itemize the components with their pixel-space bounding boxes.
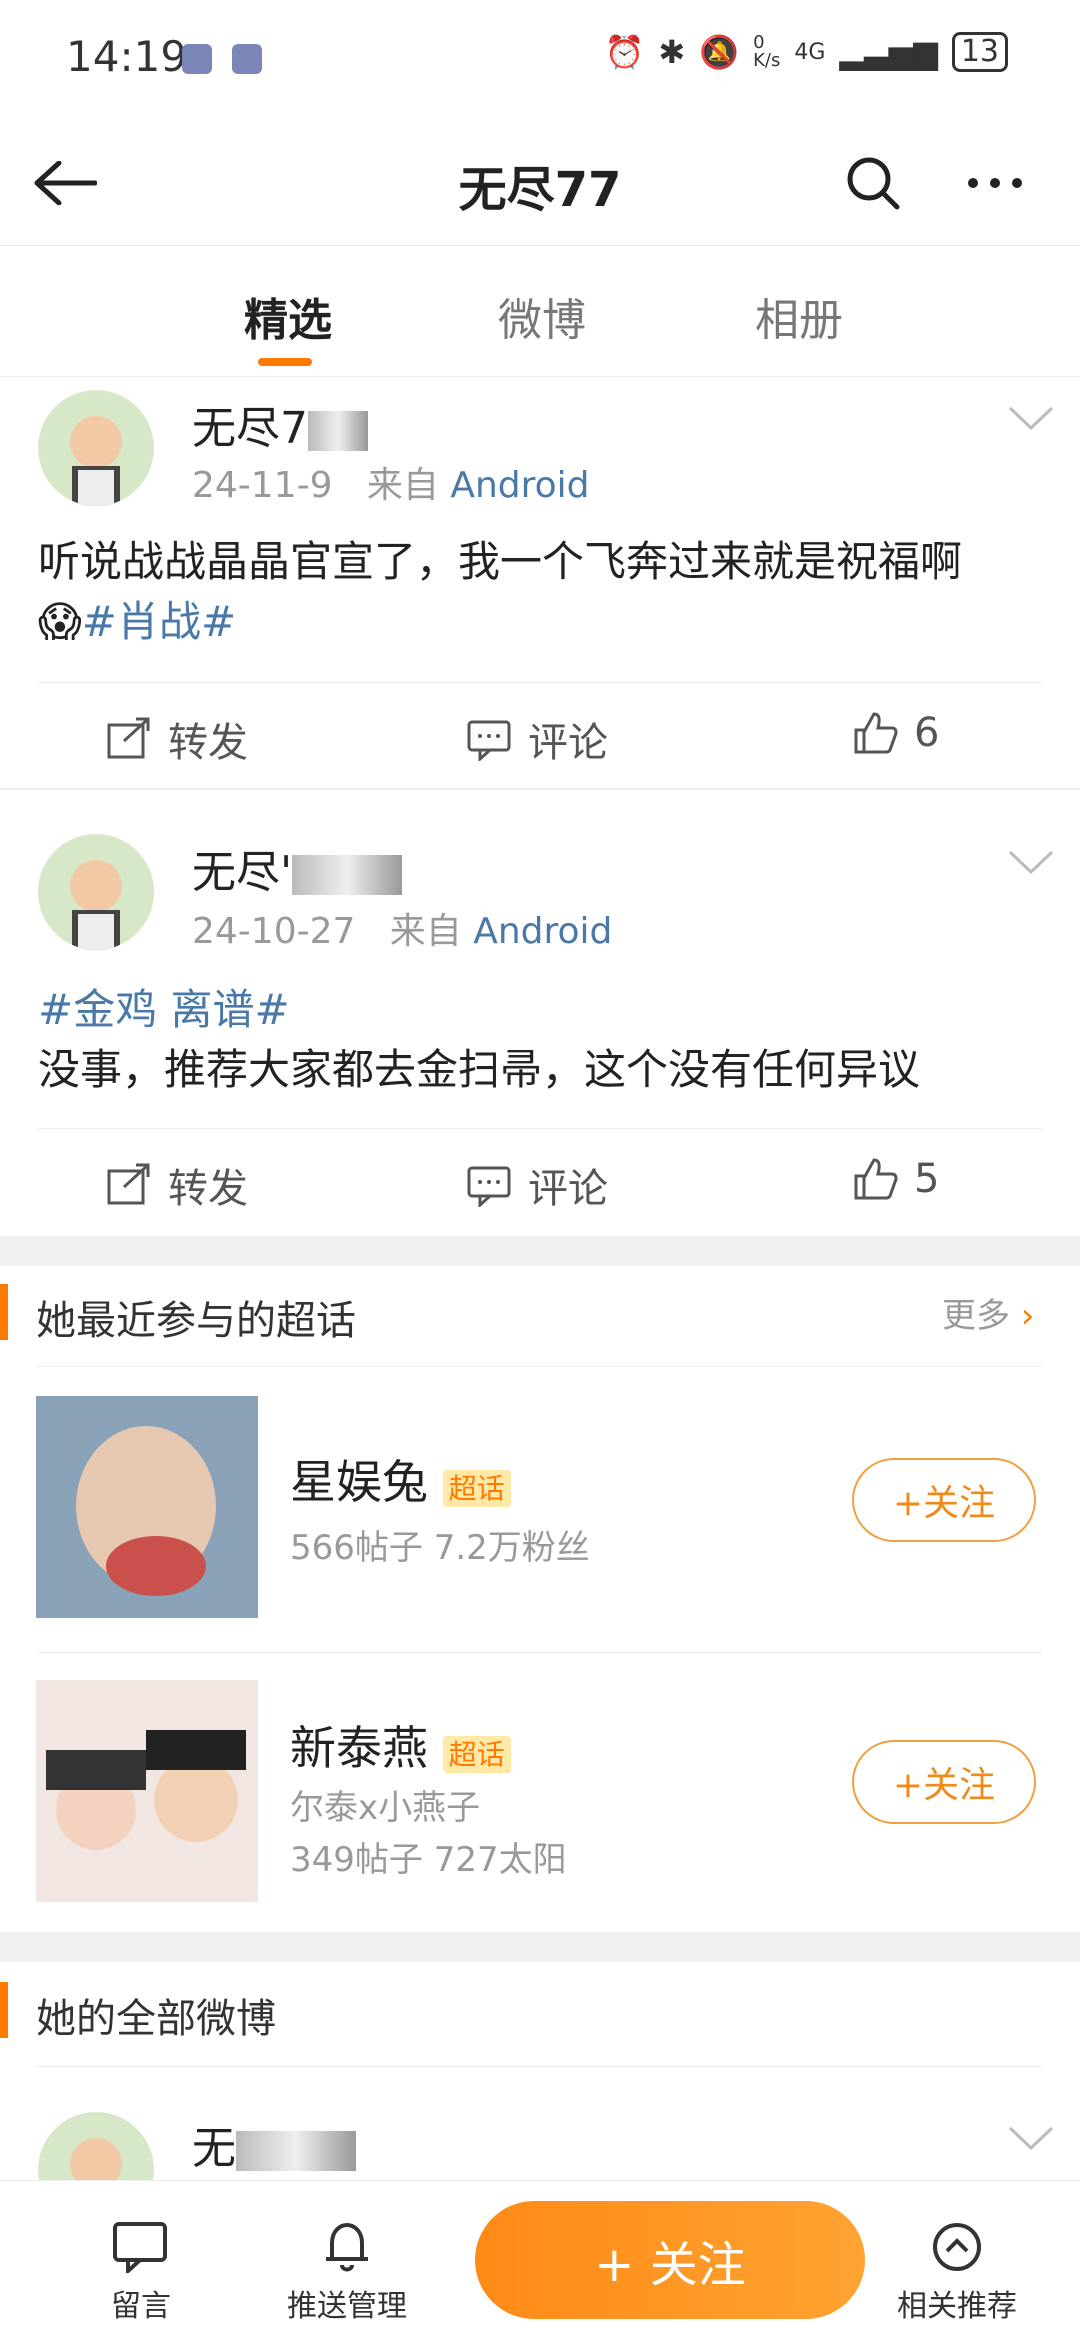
like-button[interactable]: 6 [852,710,939,756]
supertopic-name: 新泰燕 超话 [290,1712,511,1778]
tab-album[interactable]: 相册 [755,284,843,348]
related-recommend-button[interactable]: 相关推荐 [872,2221,1042,2325]
like-button[interactable]: 5 [852,1156,939,1202]
battery-level: 13 [951,32,1008,72]
post-author[interactable]: 无 [192,2112,356,2176]
post-card[interactable]: 无尽7 24-11-9 来自 Android 听说战战晶晶官宣了，我一个飞奔过来… [0,376,1080,788]
alarm-icon: ⏰ [604,33,645,71]
tab-weibo[interactable]: 微博 [498,284,586,348]
supertopic-item[interactable]: 星娱兔 超话 566帖子 7.2万粉丝 +关注 [0,1396,1080,1646]
notification-icon [182,44,212,74]
supertopic-thumbnail [36,1396,258,1618]
up-circle-icon [872,2221,1042,2281]
post-source[interactable]: Android [450,465,589,506]
supertopic-badge: 超话 [442,1736,511,1773]
repost-button[interactable]: 转发 [106,1156,248,1214]
signal-icon: ▂▃▅▆ [839,33,938,71]
supertopics-section: 她最近参与的超话 更多 › 星娱兔 超话 566帖子 7.2万粉丝 +关注 新泰… [0,1266,1080,1932]
notification-icon [232,44,262,74]
bell-icon [262,2221,432,2281]
supertopic-badge: 超话 [442,1470,511,1507]
avatar[interactable] [38,390,154,506]
like-count: 6 [914,710,940,756]
network-speed: 0 K/s [753,32,781,71]
active-tab-indicator [258,358,312,366]
mute-icon: 🔕 [699,33,740,71]
supertopic-stats: 566帖子 7.2万粉丝 [290,1528,590,1568]
chat-bubble-icon [56,2221,226,2281]
comment-button[interactable]: 评论 [466,710,608,768]
bottom-bar: 留言 推送管理 + 关注 相关推荐 [0,2180,1080,2341]
follow-supertopic-button[interactable]: +关注 [852,1740,1036,1824]
chevron-right-icon: › [1020,1296,1035,1336]
post-meta: 24-10-27 来自 Android [192,911,613,952]
status-right: ⏰ ✱ 🔕 0 K/s 4G ▂▃▅▆ 13 [605,32,1008,72]
post-author[interactable]: 无尽' [192,836,403,900]
top-nav: 无尽77 [0,120,1080,246]
avatar[interactable] [38,834,154,950]
more-icon[interactable] [960,148,1030,218]
emoji-icon: 😱 [38,597,82,646]
chevron-down-icon[interactable] [1008,2126,1054,2151]
comment-button[interactable]: 评论 [466,1156,608,1214]
post-body: 听说战战晶晶官宣了，我一个飞奔过来就是祝福啊 😱#肖战# [38,537,963,646]
supertopic-item[interactable]: 新泰燕 超话 尔泰x小燕子 349帖子 727太阳 +关注 [0,1680,1080,1930]
search-icon[interactable] [838,148,908,218]
post-card[interactable]: 无尽' 24-10-27 来自 Android #金鸡 离谱# 没事，推荐大家都… [0,820,1080,1232]
supertopic-thumbnail [36,1680,258,1902]
post-body: #金鸡 离谱# 没事，推荐大家都去金扫帚，这个没有任何异议 [38,985,921,1094]
repost-button[interactable]: 转发 [106,710,248,768]
post-author[interactable]: 无尽7 [192,392,368,456]
hashtag-link[interactable]: #金鸡 离谱# [38,985,290,1034]
tab-bar: 精选 微博 相册 [0,246,1080,377]
tab-featured[interactable]: 精选 [244,284,332,348]
supertopic-name: 星娱兔 超话 [290,1446,511,1512]
post-meta: 24-11-9 来自 Android [192,465,590,506]
status-bar: 14:19 ⏰ ✱ 🔕 0 K/s 4G ▂▃▅▆ 13 [0,0,1080,120]
supertopic-stats: 349帖子 727太阳 [290,1840,567,1880]
like-count: 5 [914,1156,940,1202]
status-time: 14:19 [66,32,188,81]
follow-button[interactable]: + 关注 [475,2201,865,2319]
chevron-down-icon[interactable] [1008,406,1054,431]
bluetooth-icon: ✱ [658,33,686,71]
message-button[interactable]: 留言 [56,2221,226,2325]
chevron-down-icon[interactable] [1008,850,1054,875]
allposts-section: 她的全部微博 无 [0,1962,1080,2228]
post-source[interactable]: Android [473,911,612,952]
hashtag-link[interactable]: #肖战# [82,597,236,646]
signal-label: 4G [794,39,826,65]
supertopic-desc: 尔泰x小燕子 [290,1788,481,1828]
page-title: 无尽77 [458,162,622,218]
section-title: 她的全部微博 [36,1996,276,2042]
section-title: 她最近参与的超话 [36,1298,356,1344]
follow-supertopic-button[interactable]: +关注 [852,1458,1036,1542]
more-link[interactable]: 更多 › [942,1288,1034,1337]
push-settings-button[interactable]: 推送管理 [262,2221,432,2325]
